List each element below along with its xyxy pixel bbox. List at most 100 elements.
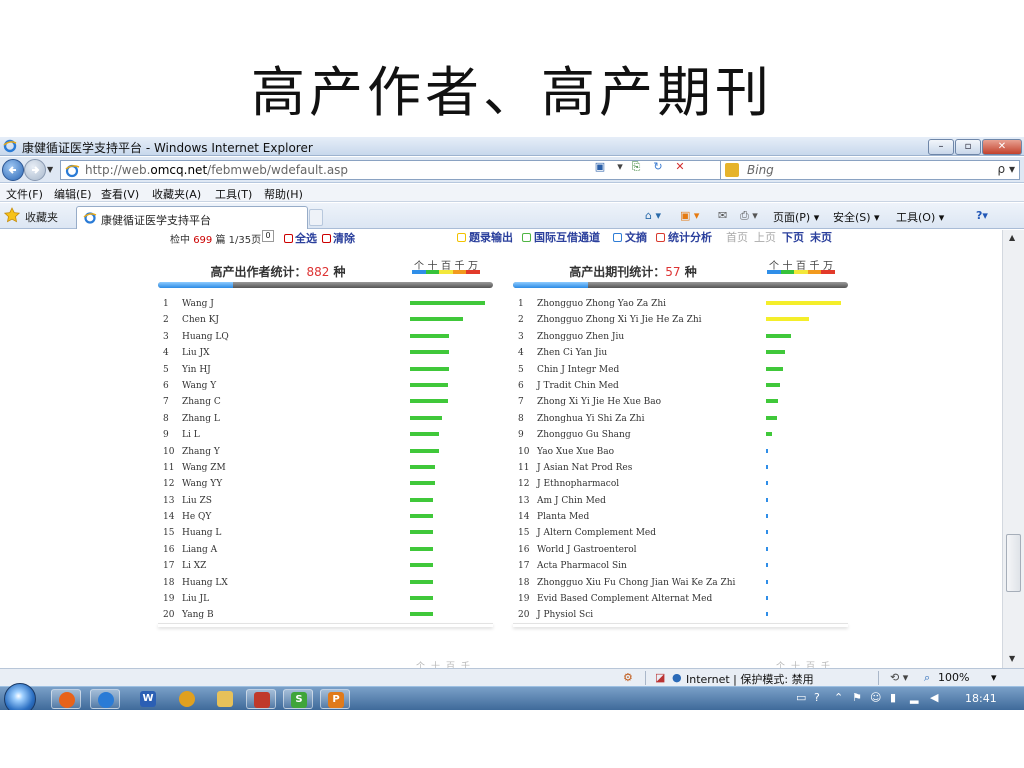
maximize-button[interactable]: ▫ bbox=[955, 139, 981, 155]
export-records-button[interactable]: 题录输出 bbox=[457, 230, 513, 245]
list-item[interactable]: 2 Zhongguo Zhong Xi Yi Jie He Za Zhi bbox=[513, 313, 848, 329]
list-item[interactable]: 2 Chen KJ bbox=[158, 313, 493, 329]
print-icon[interactable]: ⎙ ▾ bbox=[740, 209, 758, 223]
list-item[interactable]: 7 Zhong Xi Yi Jie He Xue Bao bbox=[513, 395, 848, 411]
list-item[interactable]: 3 Zhongguo Zhen Jiu bbox=[513, 330, 848, 346]
list-item[interactable]: 18 Huang LX bbox=[158, 576, 493, 592]
keyboard-icon[interactable]: ▭ bbox=[796, 691, 806, 704]
home-icon[interactable]: ⌂ ▾ bbox=[645, 209, 661, 222]
taskbar-firefox[interactable] bbox=[51, 689, 81, 709]
menu-view[interactable]: 查看(V) bbox=[101, 186, 139, 202]
page-number-input[interactable]: 0 bbox=[262, 230, 274, 242]
item-name[interactable]: Huang LQ bbox=[182, 332, 229, 342]
item-name[interactable]: Wang Y bbox=[182, 381, 216, 391]
taskbar-word[interactable]: W bbox=[133, 689, 163, 709]
item-name[interactable]: Chin J Integr Med bbox=[537, 365, 619, 375]
list-item[interactable]: 14 He QY bbox=[158, 510, 493, 526]
statistics-button[interactable]: 统计分析 bbox=[656, 230, 712, 245]
list-item[interactable]: 5 Yin HJ bbox=[158, 363, 493, 379]
list-item[interactable]: 4 Zhen Ci Yan Jiu bbox=[513, 346, 848, 362]
popup-blocker-icon[interactable]: ◪ bbox=[655, 671, 665, 684]
item-name[interactable]: Zhang L bbox=[182, 414, 220, 424]
new-tab-button[interactable] bbox=[309, 209, 323, 226]
security-zone-text[interactable]: Internet | 保护模式: 禁用 bbox=[686, 671, 814, 687]
feeds-icon[interactable]: ▣ ▾ bbox=[680, 209, 699, 222]
list-item[interactable]: 11 Wang ZM bbox=[158, 461, 493, 477]
list-item[interactable]: 9 Li L bbox=[158, 428, 493, 444]
close-button[interactable]: ✕ bbox=[982, 139, 1022, 155]
select-all-button[interactable]: 全选 bbox=[284, 230, 317, 246]
clear-button[interactable]: 清除 bbox=[322, 230, 355, 246]
list-item[interactable]: 11 J Asian Nat Prod Res bbox=[513, 461, 848, 477]
list-item[interactable]: 10 Zhang Y bbox=[158, 445, 493, 461]
item-name[interactable]: Zhongguo Zhong Yao Za Zhi bbox=[537, 299, 666, 309]
list-item[interactable]: 5 Chin J Integr Med bbox=[513, 363, 848, 379]
list-item[interactable]: 8 Zhonghua Yi Shi Za Zhi bbox=[513, 412, 848, 428]
list-item[interactable]: 18 Zhongguo Xiu Fu Chong Jian Wai Ke Za Z… bbox=[513, 576, 848, 592]
item-name[interactable]: Huang L bbox=[182, 528, 221, 538]
menu-favorites[interactable]: 收藏夹(A) bbox=[152, 186, 201, 202]
prev-page-link[interactable]: 上页 bbox=[754, 230, 776, 245]
list-item[interactable]: 7 Zhang C bbox=[158, 395, 493, 411]
item-name[interactable]: World J Gastroenterol bbox=[537, 545, 637, 555]
list-item[interactable]: 15 J Altern Complement Med bbox=[513, 526, 848, 542]
compatibility-view-icon[interactable]: ▣ bbox=[592, 160, 608, 174]
item-name[interactable]: He QY bbox=[182, 512, 211, 522]
list-item[interactable]: 1 Wang J bbox=[158, 297, 493, 313]
taskbar-media[interactable] bbox=[172, 689, 202, 709]
list-item[interactable]: 16 Liang A bbox=[158, 543, 493, 559]
protected-mode-icon[interactable]: ⟲ ▾ bbox=[890, 671, 908, 684]
item-name[interactable]: Acta Pharmacol Sin bbox=[537, 561, 627, 571]
list-item[interactable]: 17 Acta Pharmacol Sin bbox=[513, 559, 848, 575]
item-name[interactable]: Liu JL bbox=[182, 594, 209, 604]
list-item[interactable]: 12 Wang YY bbox=[158, 477, 493, 493]
favorites-label[interactable]: 收藏夹 bbox=[25, 209, 58, 225]
item-name[interactable]: Liu JX bbox=[182, 348, 210, 358]
item-name[interactable]: Evid Based Complement Alternat Med bbox=[537, 594, 712, 604]
page-menu[interactable]: 页面(P) ▾ bbox=[773, 209, 819, 225]
list-item[interactable]: 16 World J Gastroenterol bbox=[513, 543, 848, 559]
help-menu[interactable]: ?▾ bbox=[976, 209, 988, 222]
item-name[interactable]: Zhang C bbox=[182, 397, 221, 407]
item-name[interactable]: Planta Med bbox=[537, 512, 589, 522]
search-input[interactable]: Bing ρ ▾ bbox=[720, 160, 1020, 180]
item-name[interactable]: Liu ZS bbox=[182, 496, 212, 506]
menu-help[interactable]: 帮助(H) bbox=[264, 186, 303, 202]
list-item[interactable]: 6 Wang Y bbox=[158, 379, 493, 395]
volume-icon[interactable]: ◀ bbox=[930, 691, 938, 704]
list-item[interactable]: 17 Li XZ bbox=[158, 559, 493, 575]
refresh-page-icon[interactable]: ⎘ bbox=[628, 160, 644, 174]
back-button[interactable] bbox=[2, 159, 24, 181]
list-item[interactable]: 12 J Ethnopharmacol bbox=[513, 477, 848, 493]
item-name[interactable]: Zhonghua Yi Shi Za Zhi bbox=[537, 414, 644, 424]
item-name[interactable]: Zhongguo Zhen Jiu bbox=[537, 332, 624, 342]
tray-expand-icon[interactable]: ⌃ bbox=[834, 691, 843, 704]
list-item[interactable]: 8 Zhang L bbox=[158, 412, 493, 428]
item-name[interactable]: Wang J bbox=[182, 299, 214, 309]
favorites-star-icon[interactable] bbox=[4, 207, 20, 223]
interlibrary-loan-button[interactable]: 国际互借通道 bbox=[522, 230, 600, 245]
next-page-link[interactable]: 下页 bbox=[782, 230, 804, 245]
first-page-link[interactable]: 首页 bbox=[726, 230, 748, 245]
tools-menu[interactable]: 工具(O) ▾ bbox=[896, 209, 944, 225]
menu-edit[interactable]: 编辑(E) bbox=[54, 186, 92, 202]
item-name[interactable]: Chen KJ bbox=[182, 315, 219, 325]
item-name[interactable]: J Asian Nat Prod Res bbox=[537, 463, 632, 473]
list-item[interactable]: 13 Liu ZS bbox=[158, 494, 493, 510]
addon-status-icon[interactable]: ⚙ bbox=[623, 671, 633, 684]
list-item[interactable]: 19 Evid Based Complement Alternat Med bbox=[513, 592, 848, 608]
taskbar-sheet[interactable]: S bbox=[283, 689, 313, 709]
user-tray-icon[interactable]: ☺ bbox=[870, 691, 881, 704]
scroll-up-arrow-icon[interactable]: ▲ bbox=[1009, 233, 1015, 242]
scroll-down-arrow-icon[interactable]: ▼ bbox=[1009, 654, 1015, 663]
list-item[interactable]: 9 Zhongguo Gu Shang bbox=[513, 428, 848, 444]
vertical-scrollbar[interactable]: ▲ ▼ bbox=[1002, 230, 1024, 668]
abstract-button[interactable]: 文摘 bbox=[613, 230, 647, 245]
signal-icon[interactable]: ▂ bbox=[910, 691, 918, 704]
list-item[interactable]: 4 Liu JX bbox=[158, 346, 493, 362]
taskbar-powerpoint[interactable]: P bbox=[320, 689, 350, 709]
help-tray-icon[interactable]: ? bbox=[814, 691, 820, 704]
item-name[interactable]: Wang YY bbox=[182, 479, 222, 489]
read-mail-icon[interactable]: ✉ bbox=[718, 209, 727, 222]
item-name[interactable]: Huang LX bbox=[182, 578, 228, 588]
